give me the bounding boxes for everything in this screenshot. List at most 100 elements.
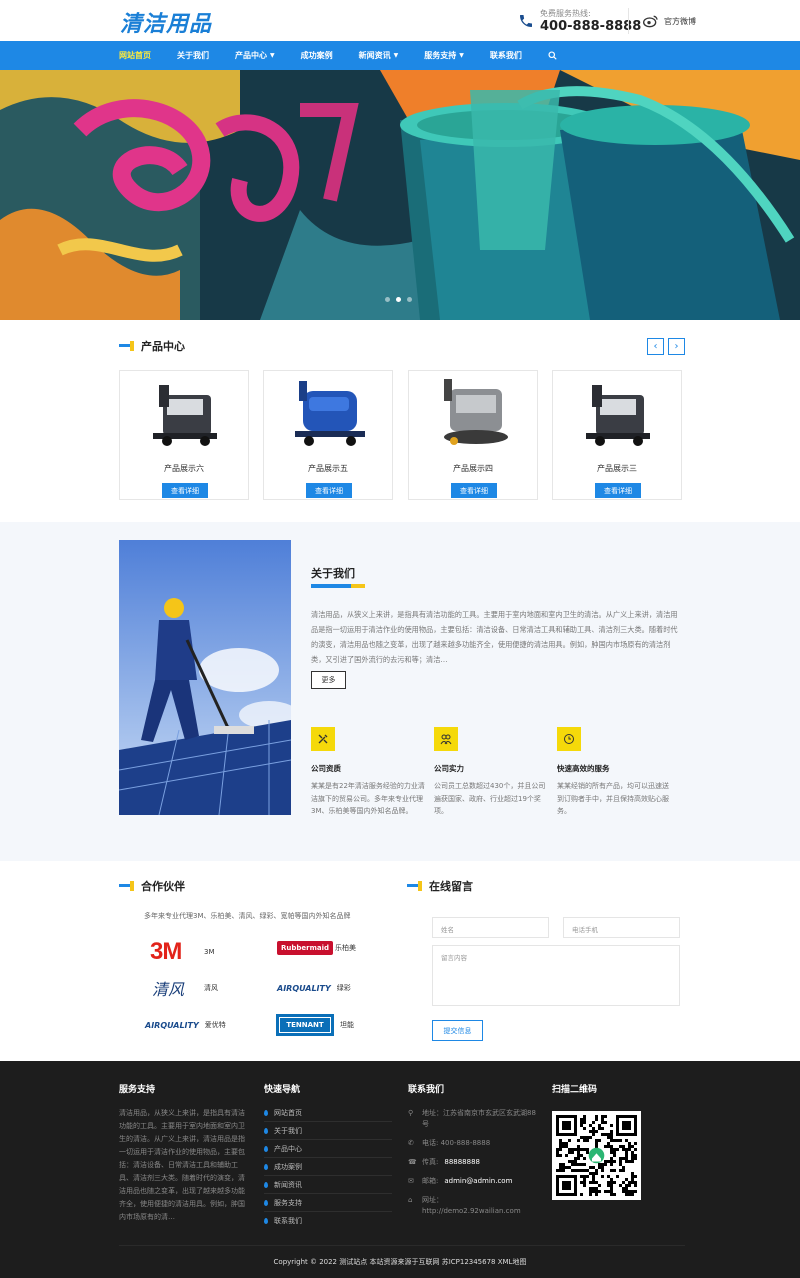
- footer-nav-item[interactable]: 网站首页: [264, 1104, 392, 1122]
- next-arrow-button[interactable]: ›: [668, 338, 685, 355]
- view-details-button[interactable]: 查看详细: [306, 483, 352, 498]
- brand-qingfeng[interactable]: 清风 清风: [152, 976, 218, 1000]
- contact-phone-text: 电话: 400-888-8888: [422, 1139, 491, 1147]
- feature-title: 公司实力: [434, 764, 464, 773]
- footer-support-text: 清洁用品，从狭义上来讲，是指具有清洁功能的工具。主要用于室内地面和室内卫生的清洁…: [119, 1109, 245, 1221]
- hotline: 免费服务热线: 400-888-8888: [518, 8, 641, 34]
- nav-item-news[interactable]: 新闻资讯 ▼: [359, 50, 399, 61]
- fax-icon: ☎: [408, 1158, 417, 1166]
- feature-text: 某某经销的所有产品，均可以迅速送到订购者手中，并且保持高效贴心服务。: [557, 782, 669, 815]
- footer-nav-label: 联系我们: [274, 1217, 302, 1225]
- weibo-icon: [643, 15, 658, 28]
- message-textarea[interactable]: 留言内容: [432, 945, 680, 1006]
- footer-nav-item[interactable]: 关于我们: [264, 1122, 392, 1140]
- brand-name: 绿彩: [336, 984, 351, 992]
- product-card[interactable]: 产品展示五 查看详细: [263, 370, 393, 500]
- product-name: 产品展示三: [597, 464, 637, 473]
- title-mark-icon: [407, 881, 423, 891]
- feature-strength: 公司实力 公司员工总数超过430个，并且公司遍获国家、政府、行业超过19个奖项。: [434, 727, 549, 818]
- drop-icon: [264, 1199, 268, 1206]
- drop-icon: [264, 1127, 268, 1134]
- footer-qr-title: 扫描二维码: [552, 1085, 598, 1095]
- product-name: 产品展示四: [453, 464, 493, 473]
- banner-dot-active[interactable]: [396, 297, 401, 302]
- nav-label: 关于我们: [177, 51, 209, 60]
- footer-nav-label: 新闻资讯: [274, 1180, 302, 1189]
- feature-text: 公司员工总数超过430个，并且公司遍获国家、政府、行业超过19个奖项。: [434, 782, 546, 815]
- footer-support-title: 服务支持: [119, 1085, 156, 1095]
- footer-nav-list: 网站首页 关于我们 产品中心 成功案例 新闻资讯 服务支持 联系我们: [264, 1104, 392, 1230]
- products-section-title: 产品中心: [119, 338, 185, 354]
- about-more-button[interactable]: 更多: [311, 671, 346, 689]
- brand-airquality-2[interactable]: AIRQUALITY 爱优特: [145, 1020, 226, 1030]
- nav-label: 成功案例: [300, 51, 333, 60]
- brand-name: 清风: [204, 984, 218, 992]
- chevron-down-icon: ▼: [393, 52, 399, 59]
- nav-label: 网站首页: [119, 51, 151, 60]
- chevron-down-icon: ▼: [270, 52, 275, 59]
- contact-url-text[interactable]: 网址：http://demo2.92wailian.com: [422, 1195, 538, 1217]
- drop-icon: [264, 1218, 268, 1224]
- section-title-text: 产品中心: [141, 340, 185, 353]
- banner-dot[interactable]: [407, 297, 412, 302]
- brand-airquality-1[interactable]: AIRQUALITY 绿彩: [277, 983, 351, 993]
- brand-logo-3m: 3M: [150, 938, 182, 965]
- nav-item-support[interactable]: 服务支持 ▼: [424, 50, 464, 61]
- contact-email: ✉ 邮箱: admin@admin.com: [408, 1176, 538, 1187]
- product-card[interactable]: 产品展示三 查看详细: [552, 370, 682, 500]
- product-card[interactable]: 产品展示六 查看详细: [119, 370, 249, 500]
- name-input[interactable]: 姓名: [432, 917, 549, 938]
- phone-icon: ✆: [408, 1139, 414, 1147]
- footer-nav-item[interactable]: 产品中心: [264, 1140, 392, 1158]
- brand-rubbermaid[interactable]: Rubbermaid 乐柏美: [277, 941, 356, 955]
- feature-service: 快速高效的服务 某某经销的所有产品，均可以迅速送到订购者手中，并且保持高效贴心服…: [557, 727, 672, 818]
- weibo-link[interactable]: 官方微博: [643, 14, 696, 28]
- product-name: 产品展示六: [164, 464, 204, 473]
- footer-nav-item[interactable]: 服务支持: [264, 1194, 392, 1212]
- partners-subtitle: 多年来专业代理3M、乐柏美、清风、绿彩、宽帕等国内外知名品牌: [144, 912, 351, 920]
- message-section-title: 在线留言: [407, 878, 473, 894]
- footer-nav-item[interactable]: 新闻资讯: [264, 1176, 392, 1194]
- contact-address: ⚲ 地址：江苏省南京市玄武区玄武湖88号: [408, 1108, 538, 1130]
- product-image: [444, 379, 508, 445]
- nav-item-products[interactable]: 产品中心 ▼: [235, 50, 275, 61]
- contact-email-value[interactable]: admin@admin.com: [444, 1176, 512, 1187]
- header-divider: [628, 8, 629, 34]
- brand-3m[interactable]: 3M 3M: [150, 938, 215, 966]
- title-mark-icon: [119, 341, 135, 351]
- phone-input[interactable]: 电话手机: [563, 917, 680, 938]
- banner-dot[interactable]: [385, 297, 390, 302]
- nav-label: 联系我们: [489, 51, 522, 60]
- nav-item-cases[interactable]: 成功案例: [301, 50, 333, 61]
- product-image: [295, 381, 365, 446]
- product-card[interactable]: 产品展示四 查看详细: [408, 370, 538, 500]
- prev-arrow-button[interactable]: ‹: [647, 338, 664, 355]
- hero-banner[interactable]: [0, 70, 800, 320]
- submit-button[interactable]: 提交信息: [432, 1020, 483, 1041]
- nav-item-about[interactable]: 关于我们: [177, 50, 209, 61]
- search-icon[interactable]: [548, 51, 557, 60]
- main-nav: 网站首页 关于我们 产品中心 ▼ 成功案例 新闻资讯 ▼ 服务支持 ▼ 联系我们: [0, 41, 800, 70]
- about-title: 关于我们: [311, 567, 355, 580]
- feature-text: 某某是有22年清洁服务经验的力业清洁旗下的贸易公司。多年来专业代理3M、乐柏美等…: [311, 782, 425, 815]
- footer-nav-label: 服务支持: [274, 1198, 302, 1207]
- footer-nav-label: 网站首页: [274, 1108, 302, 1117]
- brand-tennant[interactable]: TENNANT 坦能: [276, 1014, 354, 1036]
- weibo-label: 官方微博: [664, 16, 696, 26]
- contact-fax: ☎ 传真: 88888888: [408, 1157, 538, 1168]
- view-details-button[interactable]: 查看详细: [451, 483, 497, 498]
- section-title-text: 合作伙伴: [141, 880, 185, 893]
- site-logo[interactable]: 清洁用品: [120, 6, 212, 38]
- brand-name: 爱优特: [204, 1021, 226, 1029]
- view-details-button[interactable]: 查看详细: [595, 483, 641, 498]
- nav-item-home[interactable]: 网站首页: [119, 50, 151, 61]
- drop-icon: [264, 1145, 268, 1152]
- footer-nav-label: 成功案例: [274, 1162, 302, 1171]
- contact-address-text: 地址：江苏省南京市玄武区玄武湖88号: [422, 1109, 536, 1128]
- feature-title: 快速高效的服务: [557, 764, 610, 773]
- footer-nav-item[interactable]: 联系我们: [264, 1212, 392, 1230]
- nav-item-contact[interactable]: 联系我们: [490, 50, 522, 61]
- footer-nav-item[interactable]: 成功案例: [264, 1158, 392, 1176]
- view-details-button[interactable]: 查看详细: [162, 483, 208, 498]
- feature-title: 公司资质: [311, 764, 341, 773]
